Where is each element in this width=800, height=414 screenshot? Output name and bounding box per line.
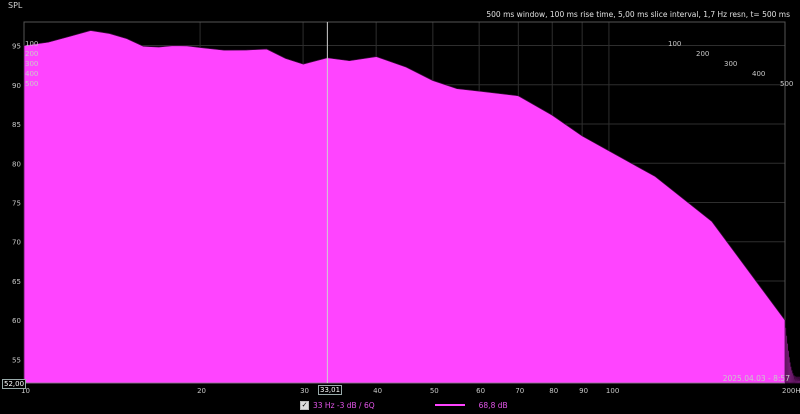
x-tick-label: 90 bbox=[579, 387, 588, 395]
time-axis-label: 400 bbox=[752, 70, 765, 78]
chart-title: 500 ms window, 100 ms rise time, 5,00 ms… bbox=[486, 10, 790, 19]
x-tick-label: 70 bbox=[515, 387, 524, 395]
time-axis-label-left: 200 bbox=[25, 50, 38, 58]
y-tick-label: 60 bbox=[12, 317, 21, 325]
x-tick-label: 60 bbox=[476, 387, 485, 395]
time-axis-label-left: 400 bbox=[25, 70, 38, 78]
x-tick-label: 80 bbox=[549, 387, 558, 395]
y-tick-label: 90 bbox=[12, 82, 21, 90]
time-axis-label-left: 500 bbox=[25, 80, 38, 88]
x-tick-label: 200Hz bbox=[782, 387, 800, 395]
time-axis-label: 300 bbox=[724, 60, 737, 68]
legend: ✓ 33 Hz -3 dB / 6Q 68,8 dB bbox=[300, 398, 508, 412]
x-tick-label: 100 bbox=[606, 387, 619, 395]
y-axis-label: SPL bbox=[8, 1, 23, 10]
legend-swatch bbox=[434, 404, 465, 406]
time-axis-label-left: 100 bbox=[25, 40, 38, 48]
legend-label-filter: 33 Hz -3 dB / 6Q bbox=[313, 400, 375, 410]
time-axis-label-left: 300 bbox=[25, 60, 38, 68]
time-axis-label: 200 bbox=[696, 50, 709, 58]
legend-label-level: 68,8 dB bbox=[478, 400, 508, 410]
time-axis-label: 500 bbox=[780, 80, 793, 88]
waterfall-slice bbox=[23, 30, 786, 384]
time-axis-label: 100 bbox=[668, 40, 681, 48]
y-tick-label: 65 bbox=[12, 278, 21, 286]
waterfall-plot[interactable]: 102030405060708090100200Hz95908580757065… bbox=[0, 0, 800, 414]
x-tick-label: 40 bbox=[373, 387, 382, 395]
y-tick-label: 95 bbox=[12, 43, 21, 51]
y-tick-label: 55 bbox=[12, 356, 21, 364]
x-tick-label: 30 bbox=[300, 387, 309, 395]
cursor-spl-readout[interactable]: 52,00 bbox=[2, 379, 27, 389]
y-tick-label: 70 bbox=[12, 239, 21, 247]
timestamp: 2025.04.03 - 8:57 bbox=[722, 374, 790, 383]
x-tick-label: 50 bbox=[430, 387, 439, 395]
waterfall-slices bbox=[23, 22, 800, 384]
y-tick-label: 85 bbox=[12, 121, 21, 129]
cursor-frequency-readout[interactable]: 33,01 bbox=[318, 385, 343, 395]
checkbox-icon[interactable]: ✓ bbox=[300, 400, 309, 410]
y-tick-label: 75 bbox=[12, 200, 21, 208]
x-tick-label: 20 bbox=[197, 387, 206, 395]
y-tick-label: 80 bbox=[12, 160, 21, 168]
